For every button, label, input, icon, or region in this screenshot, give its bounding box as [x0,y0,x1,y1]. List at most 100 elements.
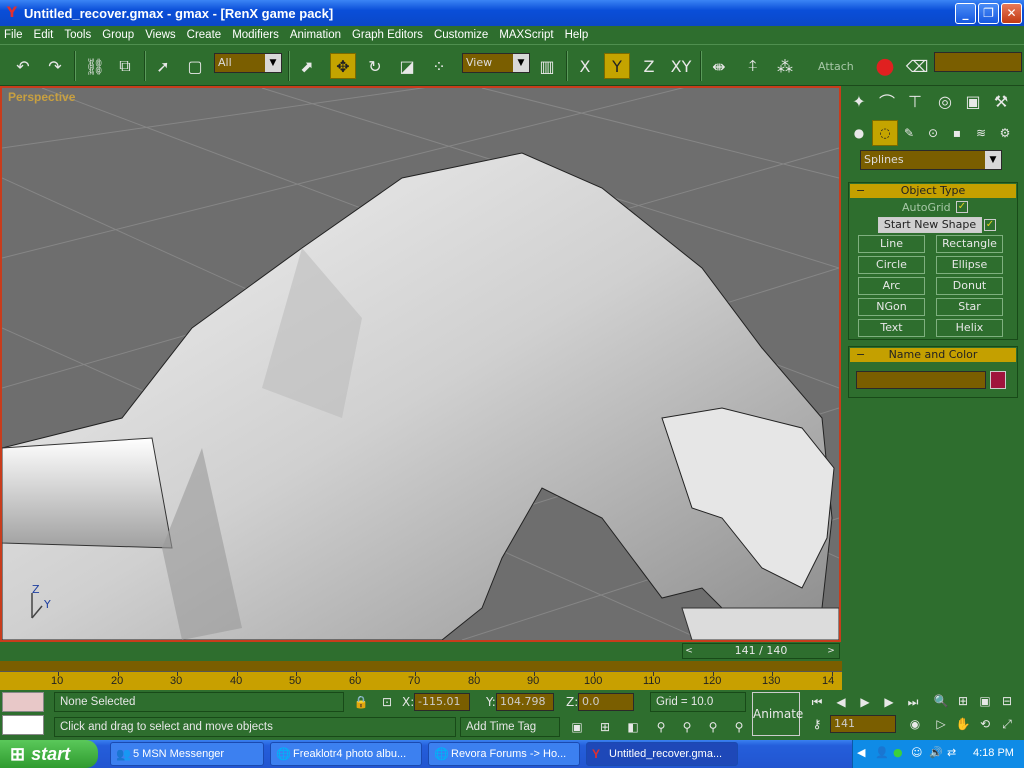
attach-label[interactable]: Attach [818,60,854,73]
helpers-icon[interactable]: ▪ [944,120,970,146]
add-time-tag[interactable]: Add Time Tag [460,717,560,737]
menu-animation[interactable]: Animation [290,29,341,41]
task-photo-album[interactable]: 🌐 Freaklotr4 photo albu... [270,742,422,766]
volume-tray-icon[interactable]: 🔊 [929,746,943,759]
reference-coordinate-dropdown[interactable]: View ▼ [462,53,530,73]
go-to-end-icon[interactable]: ⏭ [902,693,924,711]
category-dropdown[interactable]: Splines ▼ [860,150,1002,170]
render-icon[interactable]: ● [872,53,898,79]
modify-tab-icon[interactable]: ⌒ [874,88,900,114]
current-frame-field[interactable]: 141 [830,715,896,733]
tray-expand-icon[interactable]: ◀ [857,746,865,759]
start-button[interactable]: ⊞ start [0,740,98,768]
zoom-icon[interactable]: 🔍 [930,692,952,710]
next-frame-icon[interactable]: ▶ [878,693,900,711]
donut-button[interactable]: Donut [936,277,1003,295]
selection-lock-icon[interactable]: ⊞ [594,718,616,736]
name-color-header[interactable]: − Name and Color [850,348,1016,362]
go-to-start-icon[interactable]: ⏮ [806,693,828,711]
shapes-icon[interactable]: ◌ [872,120,898,146]
start-new-shape-button[interactable]: Start New Shape [878,217,982,233]
cameras-icon[interactable]: ⊙ [920,120,946,146]
zoom-extents-icon[interactable]: ▣ [974,692,996,710]
frame-ruler[interactable]: 10 20 30 40 50 60 70 80 90 100 110 120 1… [0,671,842,690]
maximize-button[interactable]: ❐ [978,2,999,24]
arc-button[interactable]: Arc [858,277,925,295]
listener-white-box[interactable] [2,715,44,735]
restrict-to-x-button[interactable]: X [572,53,598,79]
lights-icon[interactable]: ✎ [896,120,922,146]
align-icon[interactable]: ⍏ [740,53,766,79]
task-revora-forums[interactable]: 🌐 Revora Forums -> Ho... [428,742,580,766]
helix-button[interactable]: Helix [936,319,1003,337]
menu-maxscript[interactable]: MAXScript [499,29,553,41]
menu-edit[interactable]: Edit [34,29,54,41]
hierarchy-tab-icon[interactable]: ⊤ [902,88,928,114]
pivot-center-icon[interactable]: ⁘ [426,53,452,79]
menu-views[interactable]: Views [145,29,175,41]
create-tab-icon[interactable]: ✦ [846,88,872,114]
mirror-icon[interactable]: ⇼ [706,53,732,79]
absolute-mode-icon[interactable]: ⊡ [376,693,398,711]
time-slider-prev-icon[interactable]: < [682,643,696,659]
restrict-to-z-button[interactable]: Z [636,53,662,79]
select-and-move-icon[interactable]: ✥ [330,53,356,79]
select-object-icon[interactable]: ➚ [150,53,176,79]
rectangle-button[interactable]: Rectangle [936,235,1003,253]
menu-graph-editors[interactable]: Graph Editors [352,29,423,41]
orbit-icon[interactable]: ⟲ [974,715,996,733]
viewport-label[interactable]: Perspective [8,90,75,104]
key-mode-icon[interactable]: ⚲ [650,718,672,736]
object-name-field[interactable] [856,371,986,389]
task-msn-messenger[interactable]: 👥 5 MSN Messenger [110,742,264,766]
star-button[interactable]: Star [936,298,1003,316]
redo-icon[interactable]: ↷ [42,53,68,79]
select-and-rotate-icon[interactable]: ↻ [362,53,388,79]
menu-group[interactable]: Group [102,29,134,41]
y-coordinate-field[interactable]: 104.798 [496,693,554,711]
line-button[interactable]: Line [858,235,925,253]
minimize-button[interactable]: _ [955,2,976,24]
network-tray-icon[interactable]: ⇄ [947,746,956,759]
previous-frame-icon[interactable]: ◀ [830,693,852,711]
menu-modifiers[interactable]: Modifiers [232,29,279,41]
eraser-icon[interactable]: ⌫ [904,53,930,79]
undo-icon[interactable]: ↶ [10,53,36,79]
viewport-icon[interactable]: ▣ [566,718,588,736]
menu-tools[interactable]: Tools [64,29,91,41]
time-slider-next-icon[interactable]: > [824,643,838,659]
menu-customize[interactable]: Customize [434,29,488,41]
selection-filter-dropdown[interactable]: All ▼ [214,53,282,73]
utilities-tab-icon[interactable]: ⚒ [988,88,1014,114]
zoom-extents-all-icon[interactable]: ⊟ [996,692,1018,710]
key-mode-toggle-icon[interactable]: ⚷ [806,715,828,733]
select-and-scale-icon[interactable]: ◪ [394,53,420,79]
motion-tab-icon[interactable]: ◎ [932,88,958,114]
task-gmax[interactable]: Y Untitled_recover.gma... [586,742,738,766]
pan-icon[interactable]: ✋ [952,715,974,733]
systems-icon[interactable]: ⚙ [992,120,1018,146]
geometry-icon[interactable]: ● [846,120,872,146]
use-pivot-point-icon[interactable]: ▥ [534,53,560,79]
autogrid-checkbox[interactable]: ✓ [956,201,968,213]
listener-pink-box[interactable] [2,692,44,712]
key-filter-icon[interactable]: ⚲ [676,718,698,736]
region-select-icon[interactable]: ▢ [182,53,208,79]
animate-button[interactable]: Animate [752,692,803,736]
time-slider[interactable]: 141 / 140 [682,643,840,659]
z-coordinate-field[interactable]: 0.0 [578,693,634,711]
display-tab-icon[interactable]: ▣ [960,88,986,114]
start-new-shape-checkbox[interactable]: ✓ [984,219,996,231]
restrict-to-y-button[interactable]: Y [604,53,630,79]
msn-tray-icon[interactable]: 👤 [875,746,889,759]
select-and-link-icon[interactable]: ⛓ [82,53,108,79]
ngon-button[interactable]: NGon [858,298,925,316]
toolbar-name-field[interactable] [934,52,1022,72]
box-icon[interactable]: ◧ [622,718,644,736]
status-tray-icon[interactable]: ● [893,746,903,759]
object-color-swatch[interactable] [990,371,1006,389]
object-type-header[interactable]: − Object Type [850,184,1016,198]
messenger-tray-icon[interactable]: ☺ [911,746,922,759]
time-config-icon[interactable]: ◉ [904,715,926,733]
restrict-to-xy-button[interactable]: XY [668,53,694,79]
